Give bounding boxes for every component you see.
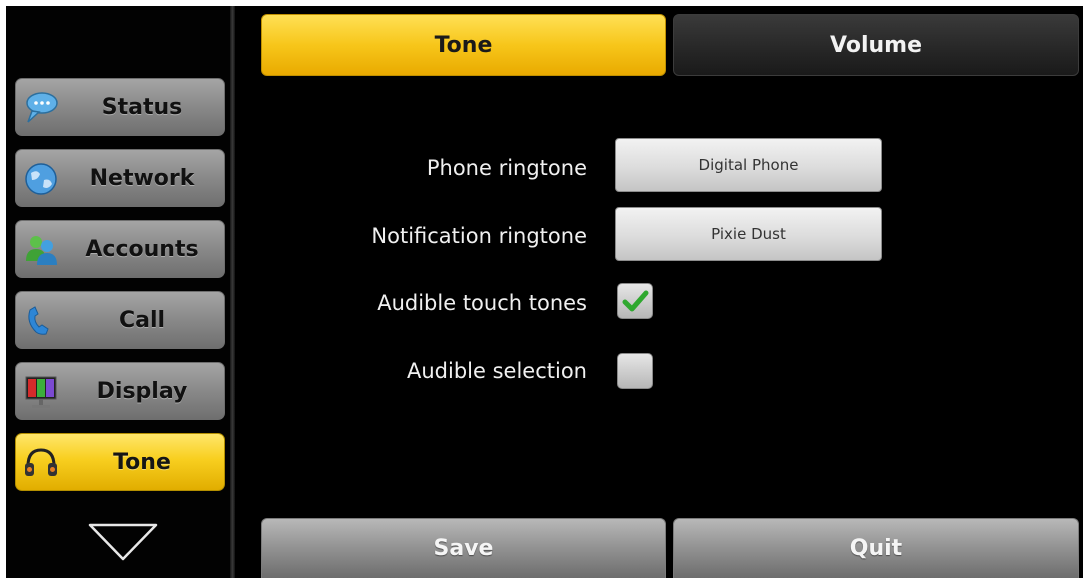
sidebar-item-label: Display [96, 378, 188, 404]
sidebar-item-network[interactable]: Network [15, 149, 225, 207]
audible-touch-tones-checkbox[interactable] [617, 283, 653, 319]
sidebar-item-tone[interactable]: Tone [15, 433, 225, 491]
audible-selection-checkbox[interactable] [617, 353, 653, 389]
tab-tone[interactable]: Tone [261, 14, 666, 76]
tab-volume[interactable]: Volume [673, 14, 1079, 76]
phone-ringtone-button[interactable]: Digital Phone [615, 138, 882, 192]
tone-headset-icon [25, 448, 57, 476]
accounts-people-icon [26, 236, 57, 265]
sidebar-item-label: Network [89, 165, 195, 191]
phone-ringtone-label: Phone ringtone [426, 156, 587, 180]
sidebar-item-call[interactable]: Call [15, 291, 225, 349]
sidebar-divider [230, 6, 235, 578]
sidebar-item-status[interactable]: Status [15, 78, 225, 136]
device-screen: Status Network Accounts Call Display Ton… [6, 6, 1083, 578]
notification-ringtone-label: Notification ringtone [371, 224, 587, 248]
save-button[interactable]: Save [261, 518, 666, 578]
sidebar-item-label: Status [101, 94, 183, 120]
display-monitor-icon [25, 376, 57, 408]
audible-selection-label: Audible selection [407, 359, 587, 383]
audible-touch-tones-label: Audible touch tones [377, 291, 587, 315]
quit-button[interactable]: Quit [673, 518, 1079, 578]
triangle-down-icon[interactable] [88, 522, 158, 562]
status-chat-icon [26, 92, 58, 123]
sidebar-item-label: Tone [113, 449, 171, 475]
sidebar-item-label: Call [118, 307, 166, 333]
notification-ringtone-button[interactable]: Pixie Dust [615, 207, 882, 261]
checkmark-icon [622, 290, 649, 312]
network-globe-icon [25, 163, 57, 195]
sidebar-item-label: Accounts [85, 236, 199, 262]
sidebar: Status Network Accounts Call Display Ton… [6, 6, 231, 578]
call-handset-icon [28, 306, 49, 335]
sidebar-item-display[interactable]: Display [15, 362, 225, 420]
sidebar-item-accounts[interactable]: Accounts [15, 220, 225, 278]
